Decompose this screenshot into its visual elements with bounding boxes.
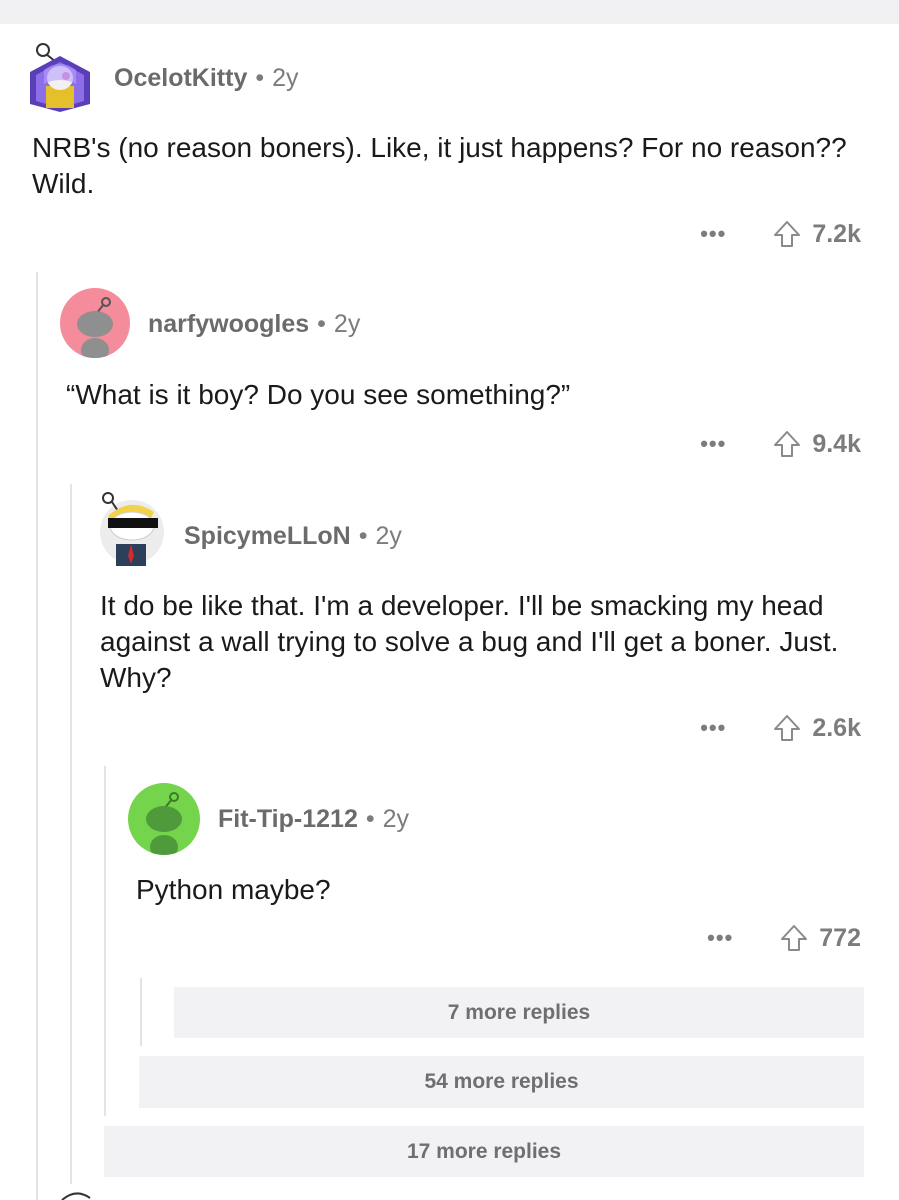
upvote-button[interactable]: 2.6k: [772, 713, 861, 743]
avatar[interactable]: [60, 288, 130, 358]
avatar[interactable]: [94, 490, 166, 570]
snoo-avatar-icon: [146, 792, 182, 855]
thread-line-level-3[interactable]: [104, 766, 106, 1116]
snoo-avatar-icon: [77, 297, 113, 358]
comment-age: 2y: [382, 805, 410, 833]
comment-age: 2y: [375, 522, 402, 550]
comment-body: It do be like that. I'm a developer. I'l…: [100, 590, 839, 693]
upvote-arrow-icon: [774, 431, 801, 457]
vote-count: 7.2k: [812, 219, 861, 248]
meta-separator: •: [317, 310, 326, 338]
more-options-icon[interactable]: •••: [700, 431, 726, 457]
comment-meta: SpicymeLLoN • 2y: [184, 522, 402, 551]
thread-line-level-4[interactable]: [140, 978, 142, 1046]
ocelotkitty-avatar-icon: [30, 43, 90, 112]
vote-count: 9.4k: [812, 429, 861, 458]
comment-meta: narfywoogles • 2y: [148, 310, 360, 339]
more-options-icon[interactable]: •••: [700, 715, 726, 741]
avatar[interactable]: [26, 40, 94, 112]
comment-actions: ••• 2.6k: [700, 708, 861, 748]
top-divider-bar: [0, 0, 899, 24]
meta-separator: •: [365, 805, 375, 833]
meta-separator: •: [255, 64, 265, 92]
upvote-arrow-icon: [774, 221, 801, 247]
vote-count: 2.6k: [812, 713, 861, 742]
spicymellon-avatar-icon: [100, 492, 164, 566]
username-link[interactable]: Fit-Tip-1212: [218, 805, 358, 833]
more-replies-button[interactable]: 7 more replies: [174, 987, 864, 1038]
comment-actions: ••• 7.2k: [700, 214, 861, 254]
comment-meta: OcelotKitty • 2y: [114, 64, 299, 93]
thread-line-level-1[interactable]: [36, 272, 38, 1200]
upvote-arrow-icon: [774, 715, 801, 741]
avatar[interactable]: [128, 783, 200, 855]
more-replies-button[interactable]: 54 more replies: [139, 1056, 864, 1108]
thread-line-level-2[interactable]: [70, 484, 72, 1184]
upvote-button[interactable]: 772: [779, 923, 861, 953]
more-replies-button[interactable]: 17 more replies: [104, 1126, 864, 1177]
username-link[interactable]: OcelotKitty: [114, 64, 247, 92]
comment-meta: Fit-Tip-1212 • 2y: [218, 805, 409, 834]
vote-count: 772: [819, 923, 861, 952]
username-link[interactable]: narfywoogles: [148, 310, 309, 338]
comment-age: 2y: [272, 64, 299, 92]
username-link[interactable]: SpicymeLLoN: [184, 522, 351, 550]
comment-actions: ••• 9.4k: [700, 424, 861, 464]
upvote-button[interactable]: 7.2k: [772, 219, 861, 249]
comment-age: 2y: [333, 310, 361, 338]
comment-actions: ••• 772: [707, 918, 861, 958]
meta-separator: •: [358, 522, 368, 550]
next-avatar-icon: [61, 1192, 91, 1200]
comment-body: “What is it boy? Do you see something?”: [66, 379, 571, 410]
comment-body: Python maybe?: [136, 874, 331, 905]
more-options-icon[interactable]: •••: [707, 925, 733, 951]
upvote-button[interactable]: 9.4k: [772, 429, 861, 459]
comment-body: NRB's (no reason boners). Like, it just …: [32, 132, 847, 199]
more-options-icon[interactable]: •••: [700, 221, 726, 247]
upvote-arrow-icon: [781, 925, 808, 951]
